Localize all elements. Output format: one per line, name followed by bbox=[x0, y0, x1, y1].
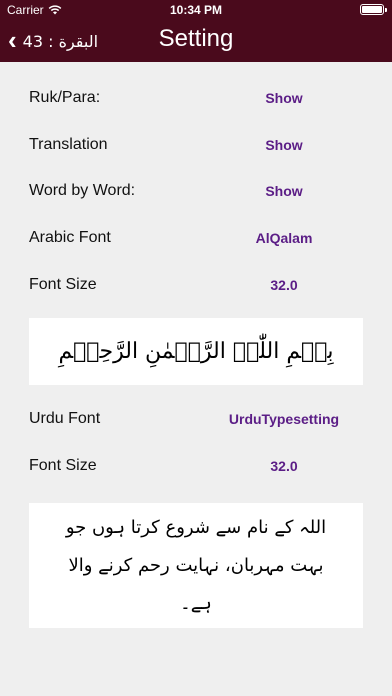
status-bar: Carrier 10:34 PM bbox=[0, 0, 392, 20]
ruk-para-value-button[interactable]: Show bbox=[200, 90, 368, 106]
page-title: Setting bbox=[158, 25, 234, 52]
arabic-font-size-label: Font Size bbox=[29, 276, 97, 293]
word-by-word-value-button[interactable]: Show bbox=[200, 183, 368, 199]
arabic-font-label: Arabic Font bbox=[29, 229, 111, 246]
arabic-font-preview: بِسۡمِ اللّٰہِ الرَّحۡمٰنِ الرَّحِیۡمِ bbox=[29, 318, 363, 385]
urdu-font-label: Urdu Font bbox=[29, 410, 101, 427]
translation-value-button[interactable]: Show bbox=[200, 137, 368, 153]
setting-row-ruk-para: Ruk/Para: Show bbox=[0, 75, 392, 121]
setting-row-arabic-font: Arabic Font AlQalam bbox=[0, 215, 392, 261]
setting-row-urdu-font: Urdu Font UrduTypesetting bbox=[0, 396, 392, 442]
navigation-bar: ‹ البقرة : 43 Setting bbox=[0, 20, 392, 62]
arabic-font-size-value-button[interactable]: 32.0 bbox=[200, 277, 368, 293]
urdu-font-size-value-button[interactable]: 32.0 bbox=[200, 458, 368, 474]
ruk-para-label: Ruk/Para: bbox=[29, 89, 101, 106]
status-time: 10:34 PM bbox=[169, 3, 223, 17]
setting-row-urdu-font-size: Font Size 32.0 bbox=[0, 443, 392, 489]
urdu-font-value-button[interactable]: UrduTypesetting bbox=[200, 411, 368, 427]
arabic-font-value-button[interactable]: AlQalam bbox=[200, 230, 368, 246]
translation-label: Translation bbox=[29, 136, 108, 153]
word-by-word-label: Word by Word: bbox=[29, 182, 136, 199]
setting-row-arabic-font-size: Font Size 32.0 bbox=[0, 262, 392, 308]
urdu-font-preview: اللہ کے نام سے شروع کرتا ہوں جو بہت مہرب… bbox=[29, 503, 363, 628]
header: Carrier 10:34 PM ‹ البقرة : 43 Setting bbox=[0, 0, 392, 62]
setting-row-translation: Translation Show bbox=[0, 122, 392, 168]
setting-row-word-by-word: Word by Word: Show bbox=[0, 168, 392, 214]
urdu-font-size-label: Font Size bbox=[29, 457, 97, 474]
battery-icon bbox=[360, 4, 387, 15]
